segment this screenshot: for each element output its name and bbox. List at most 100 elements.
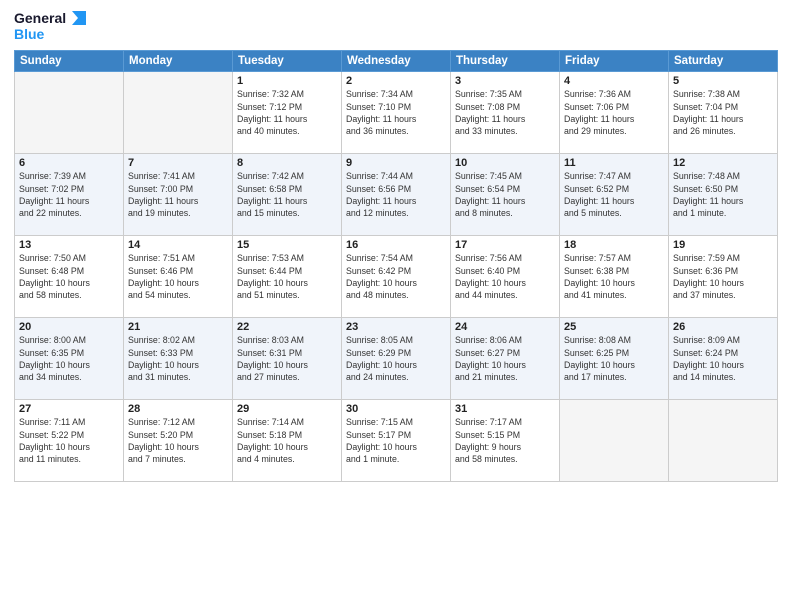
calendar-cell [560,400,669,482]
day-number: 8 [237,157,337,169]
cell-line3: Daylight: 10 hours [455,359,555,371]
cell-line1: Sunrise: 7:53 AM [237,252,337,264]
cell-line2: Sunset: 7:10 PM [346,101,446,113]
day-number: 7 [128,157,228,169]
cell-line4: and 29 minutes. [564,125,664,137]
cell-line3: Daylight: 11 hours [455,113,555,125]
cell-line2: Sunset: 6:31 PM [237,347,337,359]
cell-line1: Sunrise: 7:57 AM [564,252,664,264]
day-number: 11 [564,157,664,169]
calendar-cell: 15Sunrise: 7:53 AMSunset: 6:44 PMDayligh… [233,236,342,318]
cell-line1: Sunrise: 8:05 AM [346,334,446,346]
day-number: 25 [564,321,664,333]
cell-line4: and 41 minutes. [564,289,664,301]
cell-line4: and 1 minute. [346,453,446,465]
cell-line1: Sunrise: 8:09 AM [673,334,773,346]
day-number: 16 [346,239,446,251]
calendar-cell [15,72,124,154]
calendar-cell: 31Sunrise: 7:17 AMSunset: 5:15 PMDayligh… [451,400,560,482]
cell-line2: Sunset: 5:18 PM [237,429,337,441]
cell-line3: Daylight: 10 hours [673,359,773,371]
cell-line3: Daylight: 11 hours [673,195,773,207]
cell-line3: Daylight: 11 hours [237,195,337,207]
calendar-cell: 19Sunrise: 7:59 AMSunset: 6:36 PMDayligh… [669,236,778,318]
calendar-cell: 18Sunrise: 7:57 AMSunset: 6:38 PMDayligh… [560,236,669,318]
cell-line1: Sunrise: 7:17 AM [455,416,555,428]
header: General Blue [14,10,778,42]
cell-line2: Sunset: 6:44 PM [237,265,337,277]
calendar-cell: 25Sunrise: 8:08 AMSunset: 6:25 PMDayligh… [560,318,669,400]
cell-line4: and 54 minutes. [128,289,228,301]
calendar-cell: 13Sunrise: 7:50 AMSunset: 6:48 PMDayligh… [15,236,124,318]
cell-line4: and 27 minutes. [237,371,337,383]
col-header-saturday: Saturday [669,51,778,72]
cell-line3: Daylight: 11 hours [564,113,664,125]
cell-line2: Sunset: 6:58 PM [237,183,337,195]
cell-line3: Daylight: 10 hours [237,359,337,371]
cell-line1: Sunrise: 7:54 AM [346,252,446,264]
day-number: 23 [346,321,446,333]
cell-line3: Daylight: 10 hours [128,277,228,289]
cell-line4: and 8 minutes. [455,207,555,219]
cell-line4: and 37 minutes. [673,289,773,301]
calendar-cell: 9Sunrise: 7:44 AMSunset: 6:56 PMDaylight… [342,154,451,236]
day-number: 13 [19,239,119,251]
cell-line4: and 21 minutes. [455,371,555,383]
day-number: 6 [19,157,119,169]
calendar-cell [669,400,778,482]
calendar-week-row: 27Sunrise: 7:11 AMSunset: 5:22 PMDayligh… [15,400,778,482]
day-number: 12 [673,157,773,169]
cell-line2: Sunset: 7:08 PM [455,101,555,113]
day-number: 2 [346,75,446,87]
cell-line4: and 26 minutes. [673,125,773,137]
cell-line4: and 4 minutes. [237,453,337,465]
cell-line2: Sunset: 6:56 PM [346,183,446,195]
col-header-monday: Monday [124,51,233,72]
calendar-cell: 5Sunrise: 7:38 AMSunset: 7:04 PMDaylight… [669,72,778,154]
calendar-cell: 1Sunrise: 7:32 AMSunset: 7:12 PMDaylight… [233,72,342,154]
cell-line4: and 19 minutes. [128,207,228,219]
calendar-header-row: SundayMondayTuesdayWednesdayThursdayFrid… [15,51,778,72]
cell-line1: Sunrise: 7:42 AM [237,170,337,182]
cell-line3: Daylight: 11 hours [19,195,119,207]
calendar-cell: 26Sunrise: 8:09 AMSunset: 6:24 PMDayligh… [669,318,778,400]
cell-line3: Daylight: 11 hours [564,195,664,207]
logo: General Blue [14,10,86,42]
cell-line3: Daylight: 10 hours [346,441,446,453]
cell-line3: Daylight: 10 hours [128,441,228,453]
cell-line4: and 24 minutes. [346,371,446,383]
cell-line2: Sunset: 6:50 PM [673,183,773,195]
day-number: 26 [673,321,773,333]
calendar-cell: 22Sunrise: 8:03 AMSunset: 6:31 PMDayligh… [233,318,342,400]
day-number: 28 [128,403,228,415]
cell-line2: Sunset: 7:04 PM [673,101,773,113]
col-header-thursday: Thursday [451,51,560,72]
cell-line1: Sunrise: 7:56 AM [455,252,555,264]
cell-line3: Daylight: 10 hours [19,277,119,289]
cell-line1: Sunrise: 7:39 AM [19,170,119,182]
cell-line3: Daylight: 11 hours [237,113,337,125]
cell-line1: Sunrise: 7:44 AM [346,170,446,182]
cell-line2: Sunset: 6:24 PM [673,347,773,359]
calendar-cell: 14Sunrise: 7:51 AMSunset: 6:46 PMDayligh… [124,236,233,318]
cell-line2: Sunset: 5:22 PM [19,429,119,441]
calendar-cell: 21Sunrise: 8:02 AMSunset: 6:33 PMDayligh… [124,318,233,400]
day-number: 5 [673,75,773,87]
cell-line4: and 51 minutes. [237,289,337,301]
cell-line2: Sunset: 6:46 PM [128,265,228,277]
cell-line4: and 33 minutes. [455,125,555,137]
cell-line4: and 34 minutes. [19,371,119,383]
cell-line4: and 48 minutes. [346,289,446,301]
cell-line1: Sunrise: 7:47 AM [564,170,664,182]
calendar-cell: 10Sunrise: 7:45 AMSunset: 6:54 PMDayligh… [451,154,560,236]
cell-line3: Daylight: 10 hours [128,359,228,371]
cell-line4: and 7 minutes. [128,453,228,465]
cell-line3: Daylight: 10 hours [673,277,773,289]
cell-line2: Sunset: 6:40 PM [455,265,555,277]
cell-line1: Sunrise: 7:35 AM [455,88,555,100]
cell-line3: Daylight: 11 hours [128,195,228,207]
cell-line4: and 1 minute. [673,207,773,219]
cell-line4: and 17 minutes. [564,371,664,383]
cell-line2: Sunset: 7:00 PM [128,183,228,195]
calendar-cell: 23Sunrise: 8:05 AMSunset: 6:29 PMDayligh… [342,318,451,400]
